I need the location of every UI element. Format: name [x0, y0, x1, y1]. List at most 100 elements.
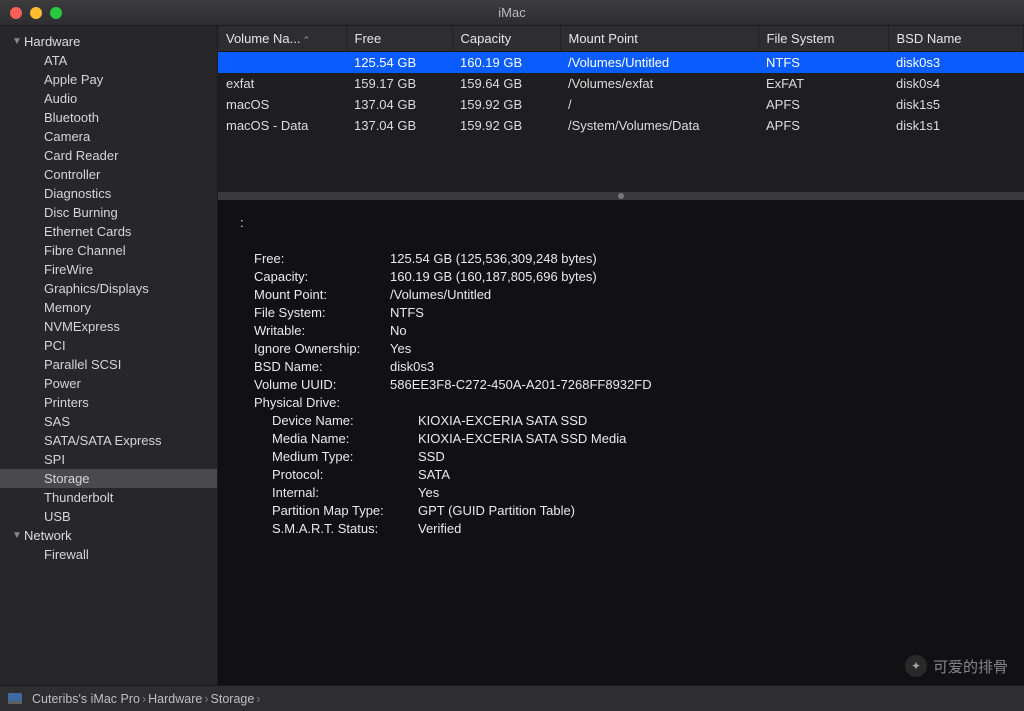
sidebar-item-storage[interactable]: Storage — [0, 469, 217, 488]
sidebar[interactable]: ▼HardwareATAApple PayAudioBluetoothCamer… — [0, 26, 218, 685]
cell-free: 137.04 GB — [346, 94, 452, 115]
sidebar-item-graphics-displays[interactable]: Graphics/Displays — [0, 279, 217, 298]
sidebar-item-sas[interactable]: SAS — [0, 412, 217, 431]
details-heading: : — [240, 214, 1002, 232]
detail-value: KIOXIA-EXCERIA SATA SSD — [418, 412, 1002, 430]
cell-fs: NTFS — [758, 52, 888, 74]
sidebar-item-card-reader[interactable]: Card Reader — [0, 146, 217, 165]
sort-ascending-icon: ⌃ — [302, 35, 310, 45]
column-header[interactable]: Mount Point — [560, 26, 758, 52]
cell-name — [218, 52, 346, 74]
detail-row: Volume UUID:586EE3F8-C272-450A-A201-7268… — [240, 376, 1002, 394]
detail-key: Internal: — [240, 484, 418, 502]
table-row[interactable]: exfat159.17 GB159.64 GB/Volumes/exfatExF… — [218, 73, 1024, 94]
disclosure-triangle-icon: ▼ — [12, 36, 22, 47]
traffic-lights — [10, 7, 62, 19]
detail-value: 125.54 GB (125,536,309,248 bytes) — [390, 250, 1002, 268]
close-button[interactable] — [10, 7, 22, 19]
sidebar-section-label: Network — [24, 528, 72, 543]
cell-name: exfat — [218, 73, 346, 94]
minimize-button[interactable] — [30, 7, 42, 19]
sidebar-item-printers[interactable]: Printers — [0, 393, 217, 412]
cell-capacity: 159.92 GB — [452, 94, 560, 115]
path-segment[interactable]: Cuteribs's iMac Pro — [32, 692, 140, 706]
sidebar-item-bluetooth[interactable]: Bluetooth — [0, 108, 217, 127]
sidebar-item-ata[interactable]: ATA — [0, 51, 217, 70]
sidebar-item-camera[interactable]: Camera — [0, 127, 217, 146]
detail-row: BSD Name:disk0s3 — [240, 358, 1002, 376]
sidebar-item-parallel-scsi[interactable]: Parallel SCSI — [0, 355, 217, 374]
sidebar-item-audio[interactable]: Audio — [0, 89, 217, 108]
detail-key: Partition Map Type: — [240, 502, 418, 520]
sidebar-item-pci[interactable]: PCI — [0, 336, 217, 355]
detail-value: SSD — [418, 448, 1002, 466]
sidebar-item-fibre-channel[interactable]: Fibre Channel — [0, 241, 217, 260]
sidebar-item-firewire[interactable]: FireWire — [0, 260, 217, 279]
cell-mount: /System/Volumes/Data — [560, 115, 758, 136]
cell-free: 159.17 GB — [346, 73, 452, 94]
detail-key: Capacity: — [240, 268, 390, 286]
cell-name: macOS - Data — [218, 115, 346, 136]
column-header[interactable]: Volume Na...⌃ — [218, 26, 346, 52]
details-pane[interactable]: : Free:125.54 GB (125,536,309,248 bytes)… — [218, 200, 1024, 685]
detail-key: File System: — [240, 304, 390, 322]
sidebar-item-sata-sata-express[interactable]: SATA/SATA Express — [0, 431, 217, 450]
sidebar-item-thunderbolt[interactable]: Thunderbolt — [0, 488, 217, 507]
sidebar-item-diagnostics[interactable]: Diagnostics — [0, 184, 217, 203]
path-segment[interactable]: Storage — [211, 692, 255, 706]
detail-row: Partition Map Type:GPT (GUID Partition T… — [240, 502, 1002, 520]
detail-key: Media Name: — [240, 430, 418, 448]
column-header[interactable]: Free — [346, 26, 452, 52]
column-header[interactable]: BSD Name — [888, 26, 1024, 52]
chevron-right-icon: › — [204, 692, 208, 706]
splitter-handle[interactable] — [218, 192, 1024, 200]
sidebar-item-usb[interactable]: USB — [0, 507, 217, 526]
detail-row: Ignore Ownership:Yes — [240, 340, 1002, 358]
sidebar-item-controller[interactable]: Controller — [0, 165, 217, 184]
column-header[interactable]: Capacity — [452, 26, 560, 52]
detail-value: 586EE3F8-C272-450A-A201-7268FF8932FD — [390, 376, 1002, 394]
volume-table[interactable]: Volume Na...⌃FreeCapacityMount PointFile… — [218, 26, 1024, 192]
sidebar-item-disc-burning[interactable]: Disc Burning — [0, 203, 217, 222]
detail-value: NTFS — [390, 304, 1002, 322]
detail-row: S.M.A.R.T. Status:Verified — [240, 520, 1002, 538]
cell-fs: APFS — [758, 115, 888, 136]
title-bar[interactable]: iMac — [0, 0, 1024, 26]
maximize-button[interactable] — [50, 7, 62, 19]
cell-mount: /Volumes/Untitled — [560, 52, 758, 74]
table-empty-area[interactable] — [218, 136, 1024, 192]
column-header[interactable]: File System — [758, 26, 888, 52]
physical-drive-label: Physical Drive: — [240, 394, 1002, 412]
cell-bsd: disk0s3 — [888, 52, 1024, 74]
sidebar-section-label: Hardware — [24, 34, 80, 49]
sidebar-item-power[interactable]: Power — [0, 374, 217, 393]
sidebar-item-spi[interactable]: SPI — [0, 450, 217, 469]
sidebar-item-apple-pay[interactable]: Apple Pay — [0, 70, 217, 89]
detail-value: SATA — [418, 466, 1002, 484]
disclosure-triangle-icon: ▼ — [12, 530, 22, 541]
cell-mount: / — [560, 94, 758, 115]
sidebar-item-ethernet-cards[interactable]: Ethernet Cards — [0, 222, 217, 241]
cell-capacity: 159.92 GB — [452, 115, 560, 136]
cell-capacity: 159.64 GB — [452, 73, 560, 94]
detail-key: Writable: — [240, 322, 390, 340]
detail-value: /Volumes/Untitled — [390, 286, 1002, 304]
detail-value: 160.19 GB (160,187,805,696 bytes) — [390, 268, 1002, 286]
chevron-right-icon: › — [142, 692, 146, 706]
sidebar-item-firewall[interactable]: Firewall — [0, 545, 217, 564]
table-row[interactable]: macOS - Data137.04 GB159.92 GB/System/Vo… — [218, 115, 1024, 136]
detail-value: GPT (GUID Partition Table) — [418, 502, 1002, 520]
sidebar-section-hardware[interactable]: ▼Hardware — [0, 32, 217, 51]
cell-bsd: disk1s1 — [888, 115, 1024, 136]
cell-capacity: 160.19 GB — [452, 52, 560, 74]
path-bar[interactable]: Cuteribs's iMac Pro›Hardware›Storage› — [0, 685, 1024, 711]
table-row[interactable]: 125.54 GB160.19 GB/Volumes/UntitledNTFSd… — [218, 52, 1024, 74]
path-segment[interactable]: Hardware — [148, 692, 202, 706]
sidebar-section-network[interactable]: ▼Network — [0, 526, 217, 545]
sidebar-item-nvmexpress[interactable]: NVMExpress — [0, 317, 217, 336]
detail-value: Verified — [418, 520, 1002, 538]
window-title: iMac — [0, 5, 1024, 20]
sidebar-item-memory[interactable]: Memory — [0, 298, 217, 317]
cell-name: macOS — [218, 94, 346, 115]
table-row[interactable]: macOS137.04 GB159.92 GB/APFSdisk1s5 — [218, 94, 1024, 115]
